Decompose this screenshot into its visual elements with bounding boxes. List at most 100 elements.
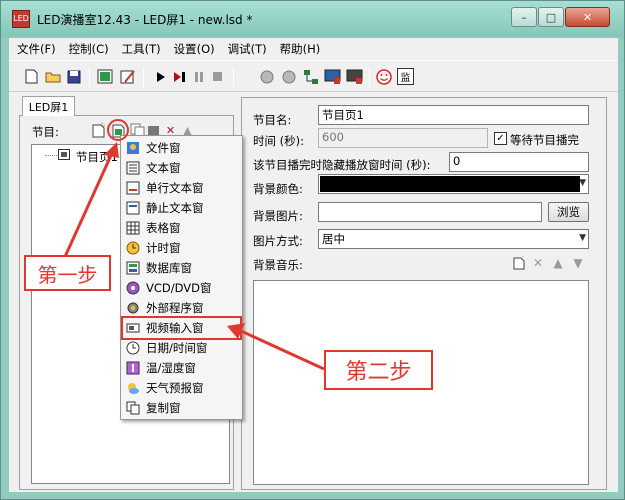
bg-image-label: 背景图片: [253, 209, 303, 223]
menu-tools[interactable]: 工具(T) [122, 41, 161, 57]
screen-on-icon[interactable] [324, 68, 341, 85]
title-bar[interactable]: LED LED演播室12.43 - LED屏1 - new.lsd * – □ … [1, 1, 624, 37]
disc-icon [126, 281, 140, 295]
wait-program-checkbox[interactable]: ✓ [494, 132, 507, 145]
menu-item-label: 文本窗 [146, 161, 181, 175]
move-up-icon[interactable]: ▲ [551, 256, 565, 270]
menu-control[interactable]: 控制(C) [69, 41, 109, 57]
tab-led-screen-1[interactable]: LED屏1 [22, 96, 75, 116]
save-icon[interactable] [65, 68, 82, 85]
bg-image-field[interactable] [318, 202, 542, 222]
time-field[interactable]: 600 [318, 128, 488, 148]
menu-item-label: 视频输入窗 [146, 321, 204, 335]
menu-item-video-input[interactable]: 视频输入窗 [121, 316, 242, 340]
browse-button[interactable]: 浏览 [548, 202, 589, 222]
wait-program-label: 等待节目播完 [510, 133, 579, 147]
menu-settings[interactable]: 设置(O) [174, 41, 215, 57]
table-window-icon [126, 221, 140, 235]
menu-item-label: 计时窗 [146, 241, 181, 255]
menu-item-label: 天气预报窗 [146, 381, 204, 395]
app-logo-icon: LED [12, 10, 30, 28]
menu-item-label: 文件窗 [146, 141, 181, 155]
menu-item-external-program[interactable]: 外部程序窗 [123, 298, 240, 318]
bg-music-label: 背景音乐: [253, 258, 303, 272]
menu-item-label: 温/湿度窗 [146, 361, 196, 375]
menu-item-temperature-humidity[interactable]: 温/湿度窗 [123, 358, 240, 378]
menu-item-copy-window[interactable]: 复制窗 [123, 398, 240, 418]
toolbar: 监 [9, 60, 618, 92]
menu-item-label: 表格窗 [146, 221, 181, 235]
add-window-menu: 文件窗 文本窗 单行文本窗 静止文本窗 表格窗 计时窗 数据库窗 VCD/DVD… [120, 135, 243, 420]
hide-time-label: 该节目播完时隐藏播放窗时间 (秒): [253, 158, 431, 172]
menu-help[interactable]: 帮助(H) [280, 41, 321, 57]
bg-color-swatch [320, 176, 580, 192]
menu-item-label: 复制窗 [146, 401, 181, 415]
timer-icon [126, 241, 140, 255]
edit-icon[interactable] [119, 68, 136, 85]
clock-icon [126, 341, 140, 355]
menu-item-timer-window[interactable]: 计时窗 [123, 238, 240, 258]
tree-connector [45, 155, 57, 156]
video-input-icon [126, 321, 140, 335]
monitor-icon[interactable]: 监 [397, 68, 414, 85]
menu-item-text-window[interactable]: 文本窗 [123, 158, 240, 178]
menu-item-file-window[interactable]: 文件窗 [123, 138, 240, 158]
menu-item-single-line-text[interactable]: 单行文本窗 [123, 178, 240, 198]
send-icon[interactable] [258, 68, 275, 85]
chevron-down-icon: ▼ [579, 233, 586, 243]
add-music-icon[interactable] [512, 256, 526, 270]
maximize-icon: □ [545, 10, 557, 24]
new-file-icon[interactable] [23, 68, 40, 85]
screen-off-icon[interactable] [346, 68, 363, 85]
menu-item-database-window[interactable]: 数据库窗 [123, 258, 240, 278]
menu-item-vcd-dvd-window[interactable]: VCD/DVD窗 [123, 278, 240, 298]
weather-icon [126, 381, 140, 395]
single-line-text-icon [126, 181, 140, 195]
step2-annotation: 第二步 [324, 350, 433, 390]
image-mode-label: 图片方式: [253, 234, 303, 248]
program-label: 节目: [32, 125, 59, 139]
static-text-icon [126, 201, 140, 215]
play-step-icon[interactable] [171, 68, 188, 85]
screen-settings-icon[interactable] [96, 68, 113, 85]
delete-music-icon[interactable]: ✕ [531, 256, 545, 270]
window-title: LED演播室12.43 - LED屏1 - new.lsd * [37, 13, 253, 27]
smiley-icon[interactable] [375, 68, 392, 85]
pause-icon[interactable] [191, 68, 208, 85]
file-window-icon [126, 141, 140, 155]
menu-item-label: 单行文本窗 [146, 181, 204, 195]
play-icon[interactable] [152, 68, 169, 85]
menu-file[interactable]: 文件(F) [17, 41, 56, 57]
menu-item-label: 数据库窗 [146, 261, 192, 275]
toolbar-separator [369, 67, 370, 87]
close-button[interactable]: ✕ [565, 7, 610, 27]
network-icon[interactable] [302, 68, 319, 85]
menu-item-weather-forecast[interactable]: 天气预报窗 [123, 378, 240, 398]
close-icon: ✕ [582, 10, 593, 24]
step1-annotation: 第一步 [24, 255, 111, 291]
menu-item-label: VCD/DVD窗 [146, 281, 212, 295]
menu-debug[interactable]: 调试(T) [228, 41, 267, 57]
image-mode-select[interactable]: 居中 ▼ [318, 229, 589, 249]
menu-item-date-time[interactable]: 日期/时间窗 [123, 338, 240, 358]
menu-bar: 文件(F) 控制(C) 工具(T) 设置(O) 调试(T) 帮助(H) [9, 38, 618, 60]
toolbar-separator [233, 67, 234, 87]
minimize-button[interactable]: – [511, 7, 537, 27]
program-name-field[interactable]: 节目页1 [318, 105, 589, 125]
stop-icon[interactable] [209, 68, 226, 85]
app-window: LED LED演播室12.43 - LED屏1 - new.lsd * – □ … [0, 0, 625, 500]
maximize-button[interactable]: □ [538, 7, 564, 27]
menu-item-label: 静止文本窗 [146, 201, 204, 215]
hide-time-field[interactable]: 0 [449, 152, 589, 172]
menu-item-static-text[interactable]: 静止文本窗 [123, 198, 240, 218]
menu-item-table-window[interactable]: 表格窗 [123, 218, 240, 238]
text-window-icon [126, 161, 140, 175]
open-folder-icon[interactable] [44, 68, 61, 85]
tree-item-program-page[interactable]: 节目页1 [76, 149, 118, 165]
move-down-icon[interactable]: ▼ [571, 256, 585, 270]
minimize-icon: – [521, 10, 527, 24]
receive-icon[interactable] [280, 68, 297, 85]
time-label: 时间 (秒): [253, 134, 305, 148]
external-program-icon [126, 301, 140, 315]
new-program-icon[interactable] [90, 122, 107, 139]
